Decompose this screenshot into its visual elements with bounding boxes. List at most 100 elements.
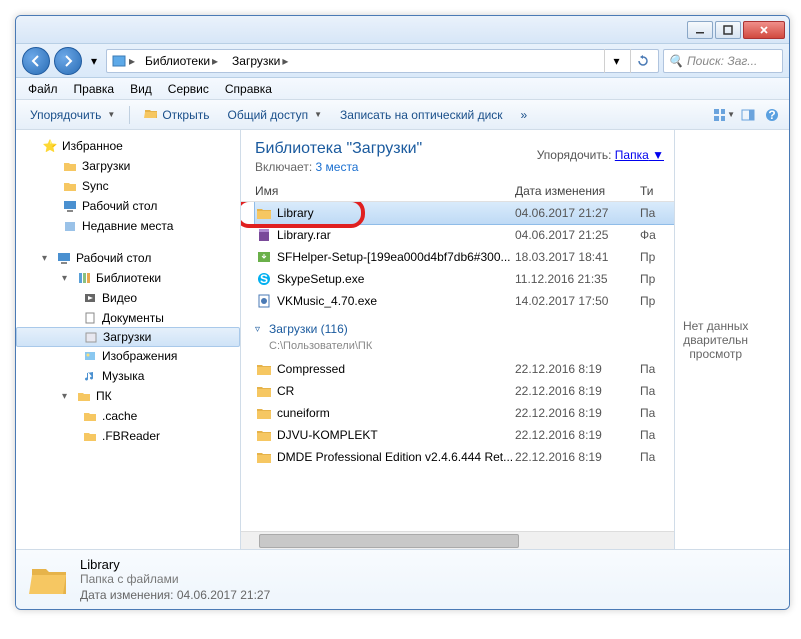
file-type: Па xyxy=(640,406,655,420)
file-row[interactable]: SSkypeSetup.exe11.12.2016 21:35Пр xyxy=(255,268,674,290)
tree-favorites-downloads[interactable]: Загрузки xyxy=(16,156,240,176)
tree-pictures[interactable]: Изображения xyxy=(16,346,240,366)
organize-button[interactable]: Упорядочить▼ xyxy=(22,105,123,125)
help-button[interactable]: ? xyxy=(761,104,783,126)
share-button[interactable]: Общий доступ▼ xyxy=(219,105,330,125)
preview-empty-text: Нет данных дварительн просмотр xyxy=(683,319,748,361)
file-name: Compressed xyxy=(277,362,515,376)
file-name: SkypeSetup.exe xyxy=(277,272,515,286)
address-bar[interactable]: ▸ Библиотеки▸ Загрузки▸ ▾ xyxy=(106,49,659,73)
svg-text:S: S xyxy=(260,272,268,286)
file-date: 22.12.2016 8:19 xyxy=(515,362,640,376)
folder-icon xyxy=(255,448,273,466)
tree-desktop-root[interactable]: ▾Рабочий стол xyxy=(16,248,240,268)
nav-history-dropdown[interactable]: ▾ xyxy=(86,51,102,71)
tree-pc[interactable]: ▾ПК xyxy=(16,386,240,406)
breadcrumb-downloads[interactable]: Загрузки▸ xyxy=(228,51,296,71)
tree-cache[interactable]: .cache xyxy=(16,406,240,426)
file-row[interactable]: cuneiform22.12.2016 8:19Па xyxy=(255,402,674,424)
library-locations-link[interactable]: 3 места xyxy=(316,160,359,174)
menubar: Файл Правка Вид Сервис Справка xyxy=(16,78,789,100)
breadcrumb-libraries[interactable]: Библиотеки▸ xyxy=(141,51,226,71)
details-pane: Library Папка с файлами Дата изменения: … xyxy=(16,549,789,609)
library-header: Библиотека "Загрузки" Включает: 3 места … xyxy=(241,130,674,180)
address-dropdown-button[interactable]: ▾ xyxy=(604,49,628,73)
menu-tools[interactable]: Сервис xyxy=(160,80,217,98)
desktop-icon xyxy=(62,198,78,214)
file-row[interactable]: CR22.12.2016 8:19Па xyxy=(255,380,674,402)
column-name[interactable]: Имя xyxy=(255,184,515,198)
navigation-tree[interactable]: ⭐Избранное Загрузки Sync Рабочий стол Не… xyxy=(16,130,241,549)
file-row[interactable]: DJVU-KOMPLEKT22.12.2016 8:19Па xyxy=(255,424,674,446)
star-icon: ⭐ xyxy=(42,138,58,154)
preview-pane-button[interactable] xyxy=(737,104,759,126)
file-type: Па xyxy=(640,206,655,220)
burn-button[interactable]: Записать на оптический диск xyxy=(332,105,511,125)
svg-text:?: ? xyxy=(768,108,775,122)
file-type: Па xyxy=(640,428,655,442)
tree-documents[interactable]: Документы xyxy=(16,308,240,328)
tree-sync[interactable]: Sync xyxy=(16,176,240,196)
open-button[interactable]: Открыть xyxy=(136,103,217,126)
exe-blue-icon xyxy=(255,292,273,310)
folder-open-icon xyxy=(144,106,158,123)
search-input[interactable]: 🔍 Поиск: Заг... xyxy=(663,49,783,73)
toolbar-overflow[interactable]: » xyxy=(513,105,536,125)
file-date: 04.06.2017 21:27 xyxy=(515,206,640,220)
horizontal-scrollbar[interactable] xyxy=(241,531,674,549)
nav-back-button[interactable] xyxy=(22,47,50,75)
file-type: Фа xyxy=(640,228,656,242)
file-row[interactable]: Library04.06.2017 21:27Па xyxy=(255,202,674,224)
file-row[interactable]: Compressed22.12.2016 8:19Па xyxy=(255,358,674,380)
file-name: CR xyxy=(277,384,515,398)
download-icon xyxy=(83,329,99,345)
tree-recent[interactable]: Недавние места xyxy=(16,216,240,236)
close-button[interactable] xyxy=(743,21,785,39)
minimize-button[interactable] xyxy=(687,21,713,39)
details-folder-icon xyxy=(28,559,70,601)
file-list[interactable]: Library04.06.2017 21:27ПаLibrary.rar04.0… xyxy=(241,202,674,531)
library-includes: Включает: 3 места xyxy=(255,160,660,174)
tree-desktop[interactable]: Рабочий стол xyxy=(16,196,240,216)
column-headers[interactable]: Имя Дата изменения Ти xyxy=(241,180,674,202)
menu-view[interactable]: Вид xyxy=(122,80,160,98)
picture-icon xyxy=(82,348,98,364)
file-row[interactable]: VKMusic_4.70.exe14.02.2017 17:50Пр xyxy=(255,290,674,312)
nav-forward-button[interactable] xyxy=(54,47,82,75)
breadcrumb-separator: ▸ xyxy=(129,54,139,68)
file-type: Па xyxy=(640,384,655,398)
group-header[interactable]: ▿Загрузки (116) xyxy=(255,318,674,340)
view-options-button[interactable]: ▼ xyxy=(713,104,735,126)
menu-file[interactable]: Файл xyxy=(20,80,66,98)
library-icon xyxy=(111,53,127,69)
details-kind: Папка с файлами xyxy=(80,572,270,586)
arrange-by-dropdown[interactable]: Папка ▼ xyxy=(615,148,664,162)
file-name: cuneiform xyxy=(277,406,515,420)
maximize-button[interactable] xyxy=(715,21,741,39)
menu-edit[interactable]: Правка xyxy=(66,80,123,98)
file-row[interactable]: DMDE Professional Edition v2.4.6.444 Ret… xyxy=(255,446,674,468)
file-row[interactable]: Library.rar04.06.2017 21:25Фа xyxy=(255,224,674,246)
column-date[interactable]: Дата изменения xyxy=(515,184,640,198)
menu-help[interactable]: Справка xyxy=(217,80,280,98)
file-date: 11.12.2016 21:35 xyxy=(515,272,640,286)
folder-icon xyxy=(82,428,98,444)
tree-favorites[interactable]: ⭐Избранное xyxy=(16,136,240,156)
group-path: C:\Пользователи\ПК xyxy=(255,340,674,352)
tree-music[interactable]: Музыка xyxy=(16,366,240,386)
tree-libraries[interactable]: ▾Библиотеки xyxy=(16,268,240,288)
tree-fbreader[interactable]: .FBReader xyxy=(16,426,240,446)
file-row[interactable]: SFHelper-Setup-[199ea000d4bf7db6#300...1… xyxy=(255,246,674,268)
search-placeholder: Поиск: Заг... xyxy=(687,54,757,68)
tree-downloads-lib[interactable]: Загрузки xyxy=(16,327,240,347)
file-type: Па xyxy=(640,362,655,376)
file-content: Библиотека "Загрузки" Включает: 3 места … xyxy=(241,130,674,549)
recent-icon xyxy=(62,218,78,234)
column-type[interactable]: Ти xyxy=(640,184,660,198)
file-name: SFHelper-Setup-[199ea000d4bf7db6#300... xyxy=(277,250,515,264)
refresh-button[interactable] xyxy=(630,49,654,73)
address-row: ▾ ▸ Библиотеки▸ Загрузки▸ ▾ 🔍 Поиск: Заг… xyxy=(16,44,789,78)
tree-videos[interactable]: Видео xyxy=(16,288,240,308)
main-area: Библиотека "Загрузки" Включает: 3 места … xyxy=(241,130,789,549)
document-icon xyxy=(82,310,98,326)
